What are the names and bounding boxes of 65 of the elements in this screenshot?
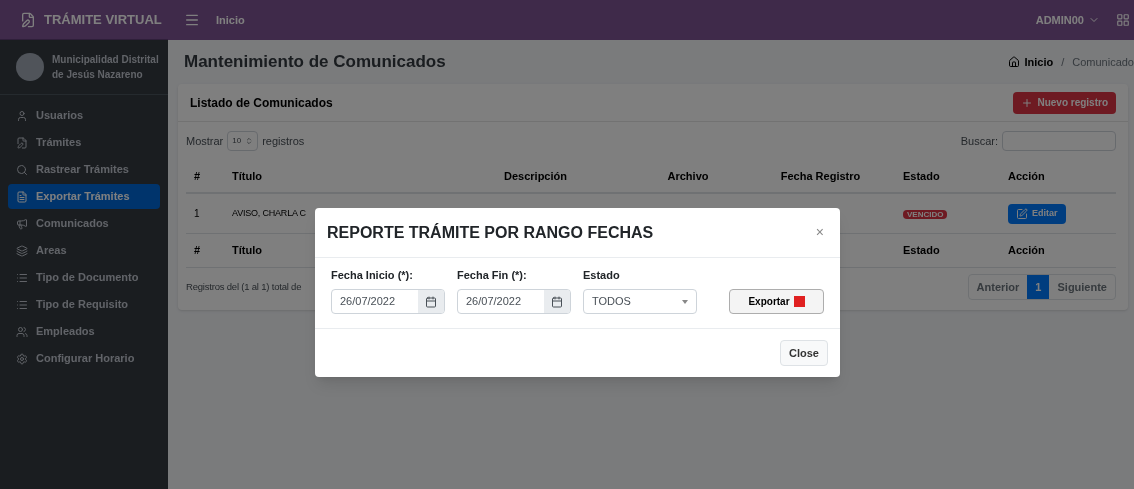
pdf-icon (793, 296, 805, 307)
avatar-icon (16, 53, 44, 81)
search-label: Buscar: (960, 133, 998, 149)
pagination-button[interactable]: Siguiente (1049, 275, 1115, 299)
sort-arrows-icon (245, 137, 254, 145)
sidebar-item[interactable]: Tipo de Documento (8, 265, 160, 290)
column-header: Archivo (666, 168, 710, 184)
sidebar-item[interactable]: Usuarios (8, 103, 160, 128)
edit-button[interactable]: Editar (1008, 203, 1066, 224)
calendar-icon (551, 295, 563, 308)
field-label: Estado (583, 267, 621, 283)
home-link[interactable]: Inicio (216, 11, 245, 29)
page-title: Mantenimiento de Comunicados (184, 51, 446, 74)
pagination-button[interactable]: 1 (1027, 275, 1050, 299)
status-select[interactable]: TODOS (583, 289, 697, 314)
column-header: Descripción (503, 168, 568, 184)
breadcrumb-link[interactable]: Inicio (1024, 53, 1054, 71)
date-field[interactable]: 26/07/2022 (331, 289, 445, 314)
field-label: Fecha Fin (*): (457, 267, 528, 283)
field-label: Fecha Inicio (*): (331, 267, 414, 283)
table-cell-text: AVISO, CHARLA C (232, 206, 307, 220)
card-title: Listado de Comunicados (190, 94, 333, 112)
sidebar-item[interactable]: Configurar Horario (8, 346, 160, 371)
close-dialog-button[interactable]: Close (780, 340, 828, 366)
length-label: Mostrar (186, 133, 224, 149)
user-menu[interactable]: ADMIN00 (1035, 11, 1100, 29)
brand-title: TRÁMITE VIRTUAL (44, 10, 162, 29)
date-field[interactable]: 26/07/2022 (457, 289, 571, 314)
sidebar-item[interactable]: Tipo de Requisito (8, 292, 160, 317)
sidebar-item[interactable]: Areas (8, 238, 160, 263)
column-header: # (194, 168, 202, 184)
export-button[interactable]: Exportar (729, 289, 824, 314)
close-button[interactable]: × (811, 222, 828, 243)
table-cell-text: 1 (194, 207, 201, 221)
sidebar-item[interactable]: Comunicados (8, 211, 160, 236)
search-field[interactable] (1002, 131, 1116, 151)
edit-icon (1016, 207, 1028, 220)
brand-icon (20, 11, 36, 28)
new-record-button[interactable]: Nuevo registro (1013, 91, 1116, 114)
home-icon (1008, 56, 1021, 68)
length-label: registros (262, 133, 305, 149)
sidebar-item[interactable]: Exportar Trámites (8, 184, 160, 209)
sidebar-item[interactable]: Trámites (8, 130, 160, 155)
column-header: Título (232, 168, 263, 184)
sidebar-item[interactable]: Rastrear Trámites (8, 157, 160, 182)
sidebar-item[interactable]: Empleados (8, 319, 160, 344)
page-length-select[interactable]: 10 (227, 131, 259, 151)
column-header: Estado (903, 243, 941, 259)
organization-name: de Jesús Nazareno (52, 68, 144, 82)
column-header: # (194, 243, 202, 259)
column-header: Acción (1008, 243, 1046, 259)
status-badge: VENCIDO (903, 210, 948, 219)
pagination-button[interactable]: Anterior (968, 275, 1028, 299)
breadcrumb-separator: / (1061, 54, 1065, 70)
calendar-icon (425, 295, 437, 308)
column-header: Fecha Registro (779, 168, 862, 184)
column-header: Estado (903, 168, 941, 184)
column-header: Acción (1008, 168, 1046, 184)
grid-icon[interactable] (1116, 13, 1130, 27)
dialog-title: REPORTE TRÁMITE POR RANGO FECHAS (327, 222, 654, 243)
table-info: Registros del (1 al 1) total de (186, 279, 302, 294)
breadcrumb-current: Comunicado (1072, 54, 1134, 70)
column-header: Título (232, 243, 263, 259)
organization-name: Municipalidad Distrital (52, 53, 159, 67)
plus-icon (1021, 96, 1034, 109)
